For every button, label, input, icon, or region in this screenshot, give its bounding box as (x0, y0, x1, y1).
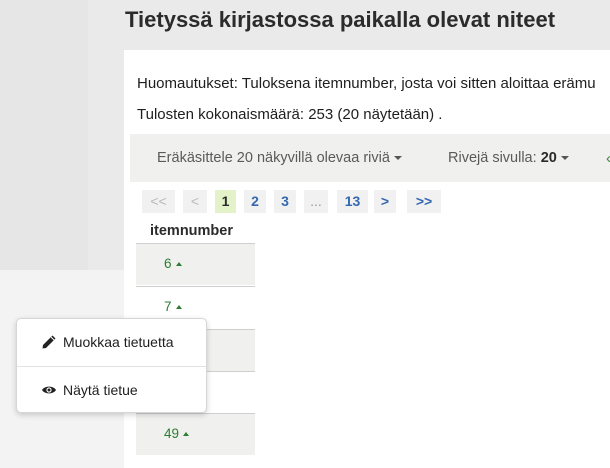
remarks-label: Huomautukset: (137, 75, 238, 92)
page-title: Tietyssä kirjastossa paikalla olevat nit… (125, 7, 556, 32)
pencil-icon (42, 335, 56, 349)
rows-per-page-label: Rivejä sivulla: (448, 150, 537, 166)
results-toolbar: Eräkäsittele 20 näkyvillä olevaa riviä R… (130, 134, 610, 182)
itemnumber-link[interactable]: 6 (164, 256, 182, 271)
first-page-button[interactable]: << (142, 190, 175, 213)
row-context-menu: Muokkaa tietuetta Näytä tietue (16, 318, 207, 413)
table-row: 6 (136, 243, 255, 285)
table-row: 49 (136, 413, 255, 455)
itemnumber-link[interactable]: 49 (164, 426, 190, 441)
edit-record-menu-item[interactable]: Muokkaa tietuetta (17, 319, 206, 365)
rows-per-page-dropdown[interactable]: Rivejä sivulla: 20 (448, 150, 569, 166)
caret-down-icon (560, 156, 569, 161)
rows-per-page-value: 20 (540, 150, 557, 166)
total-text: 253 (20 näytetään) . (308, 106, 443, 123)
view-record-menu-item[interactable]: Näytä tietue (17, 367, 206, 413)
page-3-button[interactable]: 3 (274, 190, 296, 213)
column-header-itemnumber[interactable]: itemnumber (150, 223, 233, 239)
remarks-text: Tuloksena itemnumber, josta voi sitten a… (241, 75, 596, 92)
sidebar-panel (0, 0, 88, 270)
view-record-label: Näytä tietue (63, 382, 138, 398)
triangle-up-icon (183, 432, 190, 436)
edit-record-label: Muokkaa tietuetta (63, 334, 174, 350)
triangle-up-icon (175, 305, 182, 309)
total-label: Tulosten kokonaismäärä: (137, 106, 305, 123)
batch-process-label: Eräkäsittele 20 näkyvillä olevaa riviä (157, 150, 390, 166)
page-13-button[interactable]: 13 (337, 190, 368, 213)
page-1-button[interactable]: 1 (215, 190, 236, 213)
caret-down-icon (393, 156, 402, 161)
next-page-button[interactable]: > (374, 190, 396, 213)
remarks-line: Huomautukset: Tuloksena itemnumber, jost… (137, 75, 596, 92)
total-line: Tulosten kokonaismäärä: 253 (20 näytetää… (137, 106, 442, 123)
eye-icon (42, 386, 56, 394)
triangle-up-icon (175, 262, 182, 266)
previous-page-button[interactable]: < (183, 190, 207, 213)
last-page-button[interactable]: >> (407, 190, 441, 213)
pagination-ellipsis: ... (304, 190, 328, 213)
itemnumber-link[interactable]: 7 (164, 299, 182, 314)
toolbar-more-icon[interactable]: ‹ (606, 150, 610, 167)
batch-process-dropdown[interactable]: Eräkäsittele 20 näkyvillä olevaa riviä (157, 150, 402, 166)
page-2-button[interactable]: 2 (244, 190, 266, 213)
